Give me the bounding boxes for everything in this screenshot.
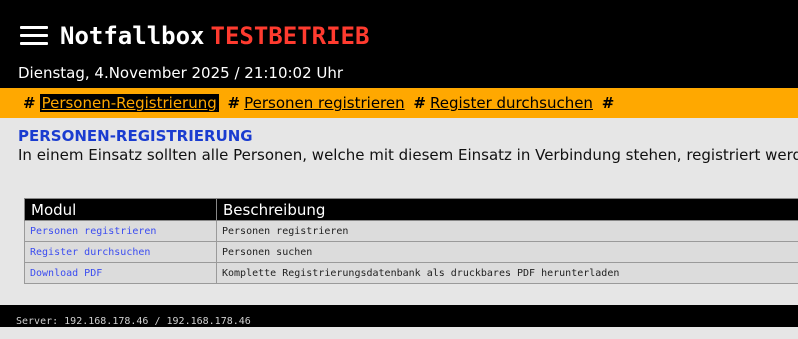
mode-label: TESTBETRIEB: [211, 22, 370, 50]
nav-separator: #: [602, 94, 615, 112]
nav-separator: #: [413, 94, 426, 112]
section-description: In einem Einsatz sollten alle Personen, …: [18, 145, 798, 165]
nav-item-personen-registrierung[interactable]: Personen-Registrierung: [40, 94, 219, 112]
breadcrumb-nav: #Personen-Registrierung #Personen regist…: [0, 88, 798, 118]
column-header-modul: Modul: [25, 199, 217, 221]
app-title: NotfallboxTESTBETRIEB: [60, 16, 369, 56]
module-description: Komplette Registrierungsdatenbank als dr…: [217, 263, 798, 284]
table-row: Download PDF Komplette Registrierungsdat…: [25, 263, 798, 284]
modules-table: Modul Beschreibung Personen registrieren…: [24, 198, 798, 284]
module-link-download-pdf[interactable]: Download PDF: [25, 263, 217, 284]
nav-separator: #: [228, 94, 241, 112]
module-description: Personen registrieren: [217, 221, 798, 242]
main-content: PERSONEN-REGISTRIERUNG In einem Einsatz …: [0, 118, 798, 305]
hamburger-menu-icon[interactable]: [20, 26, 48, 46]
page-title: PERSONEN-REGISTRIERUNG: [18, 126, 253, 146]
table-header-row: Modul Beschreibung: [25, 199, 798, 221]
header-bar: NotfallboxTESTBETRIEB Dienstag, 4.Novemb…: [0, 0, 798, 88]
table-row: Personen registrieren Personen registrie…: [25, 221, 798, 242]
datetime-display: Dienstag, 4.November 2025 / 21:10:02 Uhr: [18, 63, 343, 83]
module-link-personen-registrieren[interactable]: Personen registrieren: [25, 221, 217, 242]
nav-item-register-durchsuchen[interactable]: Register durchsuchen: [430, 94, 593, 112]
server-footer: Server: 192.168.178.46 / 192.168.178.46: [0, 305, 798, 327]
nav-separator: #: [23, 94, 36, 112]
module-description: Personen suchen: [217, 242, 798, 263]
table-row: Register durchsuchen Personen suchen: [25, 242, 798, 263]
nav-item-personen-registrieren[interactable]: Personen registrieren: [244, 94, 405, 112]
module-link-register-durchsuchen[interactable]: Register durchsuchen: [25, 242, 217, 263]
app-name: Notfallbox: [60, 22, 205, 50]
column-header-beschreibung: Beschreibung: [217, 199, 798, 221]
